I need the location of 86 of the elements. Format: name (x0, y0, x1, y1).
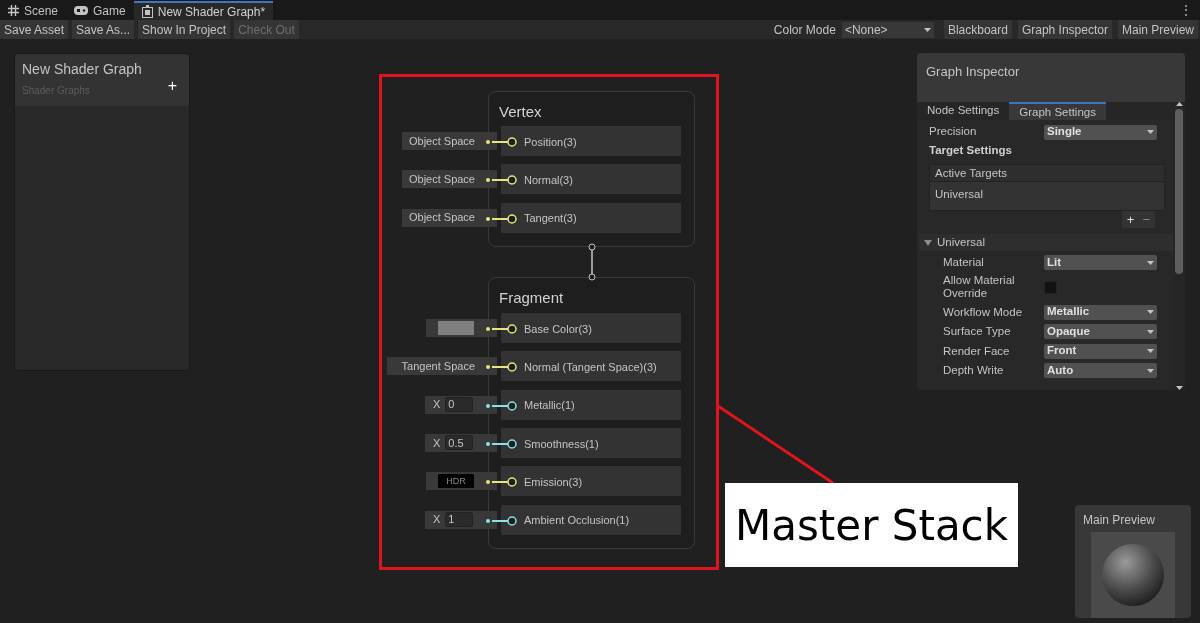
toolbar-button[interactable]: Main Preview (1117, 20, 1198, 39)
sphere-preview (1101, 543, 1165, 607)
add-target-button[interactable]: + (1126, 210, 1135, 230)
inspector-tab[interactable]: Graph Settings (1009, 102, 1106, 120)
scroll-thumb[interactable] (1175, 109, 1183, 274)
editor-tab[interactable]: Scene (0, 1, 67, 20)
port-connector[interactable] (484, 515, 518, 526)
inspector-tab[interactable]: Node Settings (917, 102, 1010, 120)
block-title: Fragment (499, 288, 564, 308)
field-dropdown[interactable]: Front (1044, 343, 1157, 359)
port-label: Metallic(1) (523, 398, 575, 414)
toolbar-button[interactable]: Show In Project (138, 20, 231, 39)
caret-icon (1147, 310, 1154, 314)
value-field[interactable]: 0 (445, 397, 474, 413)
block-connector (587, 243, 597, 281)
foldout-header[interactable]: Universal (919, 234, 1173, 252)
grid-icon (8, 5, 19, 16)
editor-tab[interactable]: Game (66, 1, 134, 20)
more-menu-button[interactable]: ⋮ (1180, 0, 1200, 20)
field-label: Material (943, 256, 985, 269)
port-connector[interactable] (484, 400, 518, 411)
caret-icon (1147, 349, 1154, 353)
field-label: Render Face (943, 344, 1011, 358)
port-label: Smoothness(1) (523, 436, 599, 452)
block-title: Vertex (499, 102, 542, 122)
port-connector[interactable] (484, 324, 518, 334)
toolbar-button[interactable]: Blackboard (943, 20, 1012, 39)
caret-icon (1147, 329, 1154, 334)
preview-title: Main Preview (1082, 512, 1157, 529)
port-label: Normal(3) (523, 173, 573, 189)
field-label: Allow Material Override (943, 274, 1016, 301)
port-connector[interactable] (484, 213, 518, 224)
axis-label: X (433, 435, 441, 451)
value-field[interactable]: 0.5 (445, 435, 474, 451)
field-dropdown[interactable]: Lit (1044, 255, 1157, 270)
field-dropdown[interactable]: Metallic (1044, 304, 1157, 320)
field-label: Depth Write (943, 364, 1005, 377)
space-dropdown[interactable]: Object Space (402, 208, 497, 227)
axis-label: X (433, 397, 441, 413)
axis-label: X (433, 512, 441, 528)
port-connector[interactable] (484, 438, 518, 449)
toolbar-button[interactable]: Graph Inspector (1017, 20, 1112, 39)
hdr-color-swatch[interactable]: HDR (438, 474, 474, 489)
caret-icon (923, 27, 931, 32)
port-label: Normal (Tangent Space)(3) (523, 360, 657, 376)
color-mode-dropdown[interactable]: <None> (841, 21, 934, 38)
blackboard-title: New Shader Graph (22, 60, 143, 79)
scrollbar[interactable] (1173, 102, 1185, 390)
port-label: Base Color(3) (523, 321, 592, 337)
scroll-down-icon[interactable] (1175, 386, 1183, 390)
port-connector[interactable] (484, 477, 518, 488)
port-label: Position(3) (523, 134, 577, 150)
field-label: Precision (929, 124, 978, 140)
port-connector[interactable] (484, 175, 518, 186)
space-dropdown[interactable]: Tangent Space (387, 357, 497, 376)
caret-icon (1147, 260, 1154, 265)
gamepad-icon (74, 6, 89, 15)
color-mode-label: Color Mode (773, 21, 836, 39)
field-label: Surface Type (943, 325, 1012, 338)
remove-target-button[interactable]: − (1142, 210, 1150, 230)
port-label: Emission(3) (523, 474, 583, 490)
color-swatch[interactable] (438, 321, 474, 335)
shader-graph-icon (141, 5, 153, 18)
port-connector[interactable] (484, 137, 518, 147)
space-dropdown[interactable]: Object Space (402, 132, 497, 150)
field-dropdown[interactable]: Opaque (1044, 324, 1157, 339)
field-label: Workflow Mode (943, 305, 1024, 319)
caret-icon (1147, 130, 1154, 134)
value-field[interactable]: 1 (445, 512, 474, 527)
port-label: Ambient Occlusion(1) (523, 513, 630, 529)
list-item[interactable]: Universal (930, 182, 1164, 211)
precision-dropdown[interactable]: Single (1044, 124, 1157, 140)
toolbar-button[interactable]: Save As... (72, 20, 135, 39)
port-connector[interactable] (484, 362, 518, 373)
expanded-arrow-icon (924, 239, 932, 246)
callout-label: Master Stack (734, 499, 1009, 552)
port-label: Tangent(3) (523, 211, 577, 227)
add-button[interactable]: + (167, 78, 177, 94)
caret-icon (1147, 368, 1154, 373)
section-heading: Target Settings (928, 143, 1013, 158)
toolbar-button[interactable]: Save Asset (0, 20, 69, 39)
field-dropdown[interactable]: Auto (1044, 363, 1157, 378)
editor-tab[interactable]: New Shader Graph* (133, 1, 274, 20)
space-dropdown[interactable]: Object Space (402, 170, 497, 189)
list-header: Active Targets (930, 165, 1164, 183)
inspector-title: Graph Inspector (926, 63, 1021, 81)
